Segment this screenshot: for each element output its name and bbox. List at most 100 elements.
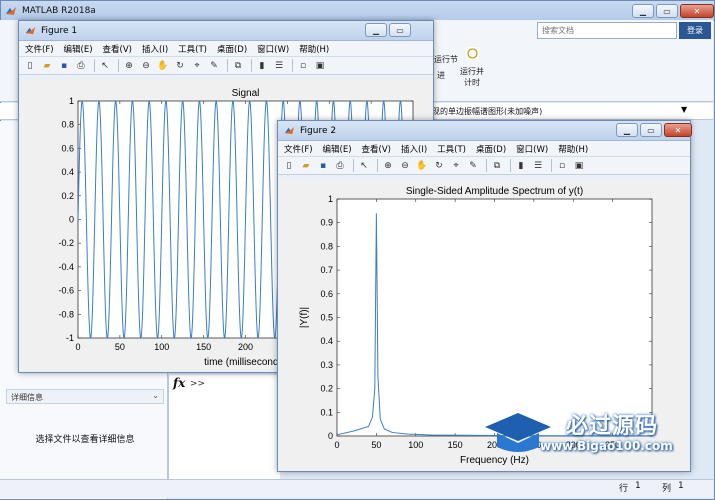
save-icon[interactable]: ▪	[316, 159, 330, 173]
chevron-down-icon[interactable]: ⌄	[152, 391, 159, 400]
matlab-logo-icon	[25, 26, 36, 35]
menu-help[interactable]: 帮助(H)	[558, 143, 588, 155]
y-tick-label: 0.5	[320, 313, 333, 323]
y-tick-label: 0.3	[320, 360, 333, 370]
function-browser-icon[interactable]: fx	[173, 376, 185, 390]
x-tick-label: 150	[196, 342, 211, 352]
print-icon[interactable]: ⎙	[74, 59, 88, 73]
zoom-in-icon[interactable]: ⊕	[122, 59, 136, 73]
print-icon[interactable]: ⎙	[333, 159, 347, 173]
watermark-cn: 必过源码	[566, 414, 659, 439]
menu-insert[interactable]: 插入(I)	[142, 43, 168, 55]
main-window-controls: ▁ ▭ ✕	[632, 4, 714, 18]
new-figure-icon[interactable]: ▯	[23, 59, 37, 73]
y-tick-label: -0.2	[58, 238, 74, 248]
status-col-value: 1	[678, 481, 684, 491]
hide-plot-tools-icon[interactable]: ▫	[296, 59, 310, 73]
menu-insert[interactable]: 插入(I)	[401, 143, 427, 155]
advance-button[interactable]: 进	[437, 70, 445, 81]
new-figure-icon[interactable]: ▯	[282, 159, 296, 173]
main-titlebar: MATLAB R2018a	[1, 1, 714, 21]
x-tick-label: 100	[408, 440, 423, 450]
y-tick-label: 0	[69, 215, 74, 225]
command-window[interactable]	[168, 375, 280, 485]
figure1-title: Figure 1	[41, 25, 78, 36]
x-tick-label: 50	[371, 440, 381, 450]
chart-title: Signal	[232, 88, 260, 99]
zoom-out-icon[interactable]: ⊖	[139, 59, 153, 73]
x-axis-label: time (milliseconds)	[204, 357, 287, 368]
login-button[interactable]: 登录	[679, 22, 711, 39]
menu-desktop[interactable]: 桌面(D)	[476, 143, 506, 155]
legend-icon[interactable]: ☰	[531, 159, 545, 173]
menu-desktop[interactable]: 桌面(D)	[217, 43, 247, 55]
current-path-text[interactable]: 现的单边振幅谱图形(未加噪声)	[432, 106, 542, 117]
open-file-icon[interactable]: ▰	[40, 59, 54, 73]
pan-icon[interactable]: ✋	[156, 59, 170, 73]
minimize-button[interactable]: ▁	[616, 123, 638, 137]
menu-window[interactable]: 窗口(W)	[257, 43, 289, 55]
y-tick-label: 0.8	[61, 120, 74, 130]
minimize-button[interactable]: ▁	[632, 4, 654, 18]
pan-icon[interactable]: ✋	[415, 159, 429, 173]
toolbar-separator	[353, 159, 354, 172]
link-plot-icon[interactable]: ⧉	[490, 159, 504, 173]
run-and-time-button[interactable]: 运行并 计时	[460, 66, 484, 88]
open-file-icon[interactable]: ▰	[299, 159, 313, 173]
toolbar-separator	[510, 159, 511, 172]
x-tick-label: 150	[448, 440, 463, 450]
maximize-button[interactable]: ▭	[389, 23, 411, 37]
hide-plot-tools-icon[interactable]: ▫	[555, 159, 569, 173]
show-plot-tools-icon[interactable]: ▣	[313, 59, 327, 73]
menu-edit[interactable]: 编辑(E)	[323, 143, 352, 155]
link-plot-icon[interactable]: ⧉	[231, 59, 245, 73]
data-cursor-icon[interactable]: ⌖	[190, 59, 204, 73]
pointer-icon[interactable]: ↖	[98, 59, 112, 73]
close-button[interactable]: ✕	[664, 123, 692, 137]
rotate-icon[interactable]: ↻	[432, 159, 446, 173]
details-panel-header[interactable]: 详细信息 ⌄	[6, 389, 164, 404]
x-tick-label: 0	[334, 440, 339, 450]
toolbar-separator	[94, 59, 95, 72]
matlab-logo-icon	[284, 126, 295, 135]
menu-tools[interactable]: 工具(T)	[437, 143, 466, 155]
colorbar-icon[interactable]: ▮	[514, 159, 528, 173]
pointer-icon[interactable]: ↖	[357, 159, 371, 173]
main-title: MATLAB R2018a	[22, 5, 96, 16]
rotate-icon[interactable]: ↻	[173, 59, 187, 73]
x-tick-label: 200	[238, 342, 253, 352]
run-section-button[interactable]: 运行节	[434, 54, 458, 65]
close-button[interactable]: ✕	[680, 4, 714, 18]
y-tick-label: 0.7	[320, 265, 333, 275]
search-docs-input[interactable]: 搜索文档	[537, 22, 677, 39]
brush-icon[interactable]: ✎	[466, 159, 480, 173]
data-cursor-icon[interactable]: ⌖	[449, 159, 463, 173]
y-tick-label: 0.2	[320, 384, 333, 394]
menu-file[interactable]: 文件(F)	[284, 143, 313, 155]
menu-file[interactable]: 文件(F)	[25, 43, 54, 55]
save-icon[interactable]: ▪	[57, 59, 71, 73]
y-tick-label: 0.6	[320, 289, 333, 299]
toolbar-separator	[292, 59, 293, 72]
y-tick-label: -0.8	[58, 309, 74, 319]
legend-icon[interactable]: ☰	[272, 59, 286, 73]
zoom-out-icon[interactable]: ⊖	[398, 159, 412, 173]
menu-view[interactable]: 查看(V)	[103, 43, 132, 55]
zoom-in-icon[interactable]: ⊕	[381, 159, 395, 173]
brush-icon[interactable]: ✎	[207, 59, 221, 73]
figure2-menubar: 文件(F) 编辑(E) 查看(V) 插入(I) 工具(T) 桌面(D) 窗口(W…	[278, 141, 690, 157]
maximize-button[interactable]: ▭	[640, 123, 662, 137]
colorbar-icon[interactable]: ▮	[255, 59, 269, 73]
menu-window[interactable]: 窗口(W)	[516, 143, 548, 155]
menu-edit[interactable]: 编辑(E)	[64, 43, 93, 55]
menu-help[interactable]: 帮助(H)	[299, 43, 329, 55]
menu-tools[interactable]: 工具(T)	[178, 43, 207, 55]
path-dropdown-icon[interactable]: ▼	[681, 105, 687, 114]
show-plot-tools-icon[interactable]: ▣	[572, 159, 586, 173]
y-tick-label: 0	[328, 431, 333, 441]
chart-title: Single-Sided Amplitude Spectrum of y(t)	[406, 186, 583, 197]
minimize-button[interactable]: ▁	[365, 23, 387, 37]
menu-view[interactable]: 查看(V)	[362, 143, 391, 155]
maximize-button[interactable]: ▭	[656, 4, 678, 18]
details-header-label: 详细信息	[11, 393, 43, 402]
